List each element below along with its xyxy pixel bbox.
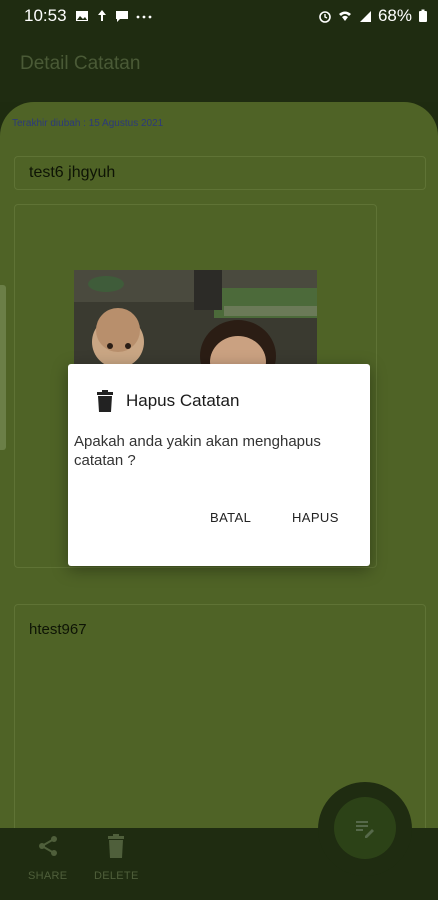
status-bar: 10:53 68% (0, 0, 438, 32)
dialog-title: Hapus Catatan (126, 391, 240, 410)
edit-note-icon (356, 821, 374, 838)
confirm-delete-button[interactable]: HAPUS (292, 510, 339, 525)
photo-children-image (74, 270, 317, 370)
chat-icon (115, 11, 128, 22)
upload-icon (97, 10, 106, 21)
note-body-text: htest967 (29, 621, 87, 638)
signal-icon (359, 11, 371, 22)
cancel-button[interactable]: BATAL (210, 510, 251, 525)
battery-percent: 68% (377, 6, 412, 25)
edit-note-fab[interactable] (334, 797, 396, 859)
share-icon (38, 836, 57, 856)
dialog-message: Apakah anda yakin akan menghapus catatan… (74, 433, 321, 469)
app-bar: Detail Catatan (0, 32, 438, 102)
page-title: Detail Catatan (20, 53, 141, 74)
status-system-icons: 68% (318, 6, 428, 26)
note-title-field[interactable]: test6 jhgyuh (14, 156, 426, 190)
more-dots-icon (136, 15, 151, 19)
battery-icon (419, 9, 427, 22)
trash-icon (108, 834, 125, 858)
note-photo (74, 270, 317, 370)
edge-panel-handle[interactable] (0, 285, 6, 450)
gallery-icon (75, 11, 88, 21)
trash-icon (97, 390, 113, 412)
last-edited-text: Terakhir diubah : 15 Agustus 2021 (12, 118, 164, 129)
alarm-icon (319, 11, 331, 23)
share-label: SHARE (28, 870, 68, 882)
note-title-text: test6 jhgyuh (29, 164, 116, 181)
status-time: 10:53 (24, 6, 67, 25)
delete-confirm-dialog: Hapus Catatan Apakah anda yakin akan men… (68, 364, 370, 566)
wifi-icon (338, 11, 351, 21)
delete-label: DELETE (94, 870, 139, 882)
status-notification-icons (75, 9, 153, 23)
dialog-header: Hapus Catatan (96, 390, 239, 412)
share-button[interactable]: SHARE (28, 834, 67, 882)
delete-button[interactable]: DELETE (94, 834, 139, 882)
